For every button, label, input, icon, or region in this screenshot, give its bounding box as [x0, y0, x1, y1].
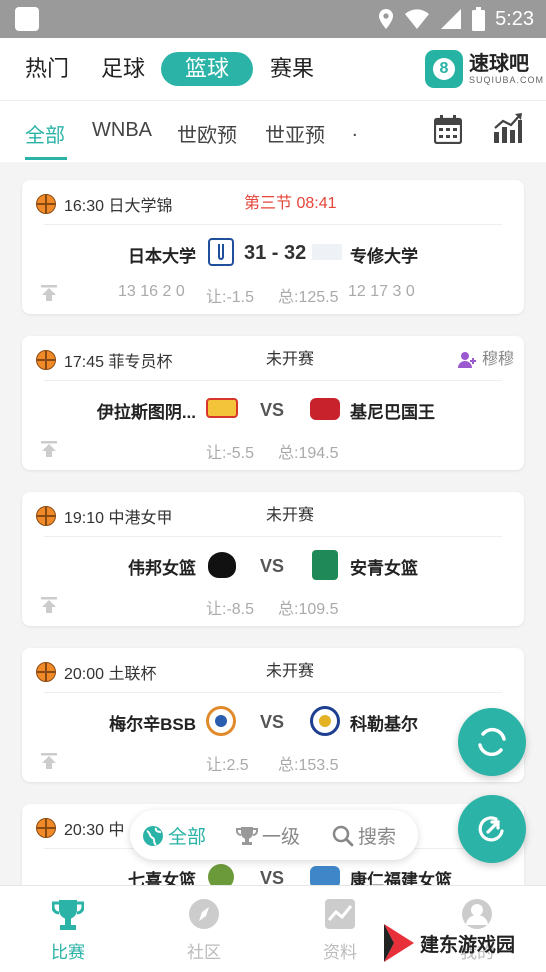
brand-domain: SUQIUBA.COM — [468, 75, 544, 85]
match-time-league: 19:10 中港女甲 — [64, 510, 173, 527]
live-sync-icon — [478, 816, 504, 842]
match-status: 未开赛 — [266, 507, 315, 524]
away-team-name: 基尼巴国王 — [350, 403, 435, 422]
league-tab-asia-qualifier[interactable]: 世亚预 — [265, 119, 325, 148]
total-odds: 总:153.5 — [278, 757, 339, 774]
trophy-icon — [52, 900, 84, 930]
refresh-icon — [478, 727, 506, 757]
total-odds: 总:109.5 — [278, 601, 339, 618]
brand-logo: 8 速球吧 SUQIUBA.COM — [424, 50, 544, 88]
away-team-logo — [310, 398, 340, 420]
match-card[interactable]: 20:00 土联杯 未开赛 梅尔辛BSB VS 科勒基尔 让:2.5 总:153… — [22, 648, 524, 782]
versus-label: VS — [260, 712, 285, 732]
status-time: 5:23 — [495, 7, 534, 30]
handicap-odds: 让:2.5 — [206, 757, 249, 774]
away-team-logo — [310, 706, 340, 736]
basketball-icon — [36, 350, 56, 370]
trophy-icon — [236, 826, 258, 845]
away-team-name: 安青女篮 — [350, 559, 418, 578]
total-odds: 总:125.5 — [278, 289, 339, 306]
filter-search-button[interactable]: 搜索 — [332, 822, 396, 849]
match-time-league: 16:30 日大学锦 — [64, 198, 173, 215]
away-team-name: 科勒基尔 — [350, 715, 418, 734]
active-tab-indicator — [25, 157, 67, 160]
brand-name: 速球吧 — [468, 53, 529, 75]
tab-results[interactable]: 赛果 — [270, 52, 314, 86]
away-team-logo — [312, 550, 338, 580]
pin-to-top-icon[interactable] — [40, 440, 58, 458]
handicap-odds: 让:-8.5 — [206, 601, 255, 618]
match-status: 未开赛 — [266, 663, 315, 680]
calendar-icon[interactable] — [434, 114, 462, 144]
watermark-logo-icon — [384, 924, 414, 962]
basketball-icon — [36, 818, 56, 838]
soccer-ball-logo-icon: 8 — [424, 50, 463, 88]
follower-tag[interactable]: 穆穆 — [457, 348, 514, 372]
home-team-logo — [206, 398, 238, 418]
tab-hot[interactable]: 热门 — [25, 52, 69, 86]
tab-basketball[interactable]: 篮球 — [161, 52, 254, 86]
away-team-logo — [312, 244, 342, 260]
home-team-name: 伟邦女篮 — [128, 559, 196, 578]
match-card[interactable]: 19:10 中港女甲 未开赛 伟邦女篮 VS 安青女篮 让:-8.5 总:109… — [22, 492, 524, 626]
versus-label: VS — [260, 400, 285, 420]
tab-football[interactable]: 足球 — [101, 52, 145, 86]
basketball-icon — [36, 662, 56, 682]
home-team-name: 日本大学 — [128, 247, 196, 266]
home-team-logo — [206, 706, 236, 736]
match-status: 未开赛 — [266, 351, 315, 368]
location-icon — [379, 9, 394, 29]
league-tab-wnba[interactable]: WNBA — [92, 119, 152, 142]
compass-icon — [189, 899, 219, 929]
match-time-league: 17:45 菲专员杯 — [64, 354, 173, 371]
home-team-name: 梅尔辛BSB — [109, 715, 196, 734]
away-team-name: 专修大学 — [350, 247, 418, 266]
match-card[interactable]: 17:45 菲专员杯 未开赛 穆穆 伊拉斯图阴... VS 基尼巴国王 让:-5… — [22, 336, 524, 470]
handicap-odds: 让:-1.5 — [206, 289, 255, 306]
pin-to-top-icon[interactable] — [40, 284, 58, 302]
home-team-logo — [208, 238, 234, 266]
filter-level1-button[interactable]: 一级 — [236, 822, 300, 849]
live-button[interactable] — [458, 795, 526, 863]
pin-to-top-icon[interactable] — [40, 596, 58, 614]
filter-all-button[interactable]: 全部 — [142, 822, 206, 849]
notification-icon — [15, 7, 39, 31]
refresh-button[interactable] — [458, 708, 526, 776]
trend-chart-icon[interactable] — [493, 112, 523, 144]
bottom-tab-community[interactable]: 社区 — [154, 886, 254, 972]
match-score: 31 - 32 — [244, 242, 307, 264]
league-filter-bar: 全部 WNBA 世欧预 世亚预 . — [0, 100, 546, 162]
total-odds: 总:194.5 — [278, 445, 339, 462]
bottom-tab-data[interactable]: 资料 — [290, 886, 390, 972]
user-follow-icon — [457, 352, 476, 368]
top-nav: 热门 足球 篮球 赛果 8 速球吧 SUQIUBA.COM — [0, 38, 546, 100]
level-filter-pill: 全部 一级 搜索 — [130, 810, 418, 860]
league-tab-all[interactable]: 全部 — [25, 119, 65, 148]
league-tab-euro-qualifier[interactable]: 世欧预 — [177, 119, 237, 148]
match-card[interactable]: 16:30 日大学锦 第三节 08:41 日本大学 31 - 32 专修大学 1… — [22, 180, 524, 314]
signal-icon — [441, 9, 462, 29]
battery-icon — [472, 7, 486, 31]
away-quarter-scores: 12 17 3 0 — [348, 283, 415, 300]
league-tab-more[interactable]: . — [352, 119, 358, 142]
bottom-tab-matches[interactable]: 比赛 — [18, 886, 118, 972]
match-status: 第三节 08:41 — [244, 195, 337, 212]
watermark: 建东游戏园 — [382, 922, 515, 964]
search-icon — [332, 825, 354, 846]
home-team-name: 伊拉斯图阴... — [96, 403, 196, 422]
match-time-league: 20:00 土联杯 — [64, 666, 157, 683]
home-quarter-scores: 13 16 2 0 — [118, 283, 185, 300]
chart-icon — [325, 899, 355, 929]
basketball-icon — [36, 194, 56, 214]
handicap-odds: 让:-5.5 — [206, 445, 255, 462]
globe-icon — [143, 825, 163, 846]
wifi-icon — [405, 9, 430, 29]
home-team-logo — [208, 552, 236, 578]
status-bar: 5:23 — [0, 0, 546, 38]
pin-to-top-icon[interactable] — [40, 752, 58, 770]
basketball-icon — [36, 506, 56, 526]
match-time-league: 20:30 中 — [64, 822, 125, 839]
versus-label: VS — [260, 556, 285, 576]
follower-name: 穆穆 — [481, 351, 514, 368]
